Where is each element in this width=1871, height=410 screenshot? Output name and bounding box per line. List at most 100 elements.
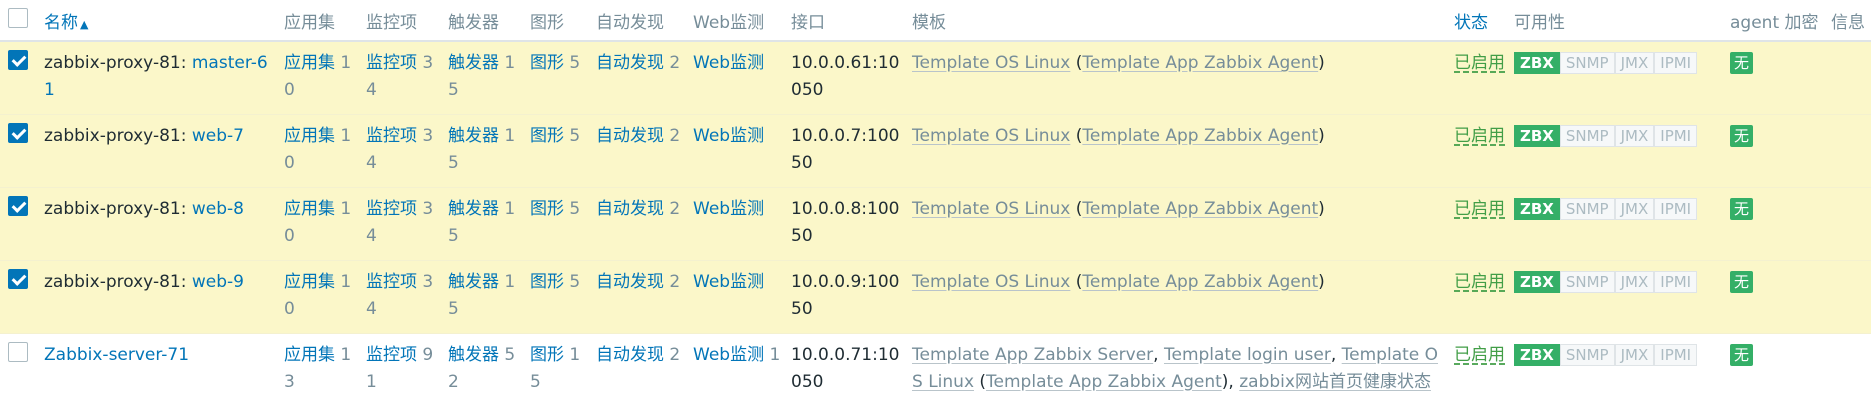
row-checkbox[interactable] xyxy=(8,195,28,216)
row-checkbox[interactable] xyxy=(8,268,28,289)
interface-address: 10.0.0.7:10050 xyxy=(791,125,900,173)
template-link[interactable]: Template OS Linux xyxy=(912,272,1070,292)
encryption-badge: 无 xyxy=(1730,197,1754,220)
triggers-link[interactable]: 触发器 xyxy=(448,272,499,292)
template-link[interactable]: Template login user xyxy=(1164,345,1331,365)
availability-badges: ZBX SNMP JMX IPMI xyxy=(1514,52,1698,74)
graphs-link[interactable]: 图形 xyxy=(530,53,564,73)
discovery-link-count: 2 xyxy=(669,53,681,73)
template-link[interactable]: Template OS Linux xyxy=(912,199,1070,219)
sort-by-status[interactable]: 状态 xyxy=(1454,13,1488,33)
items-link[interactable]: 监控项 xyxy=(366,345,417,365)
discovery-link-count: 2 xyxy=(669,271,681,292)
status-toggle[interactable]: 已启用 xyxy=(1454,345,1505,365)
items-link[interactable]: 监控项 xyxy=(366,126,417,146)
template-link[interactable]: zabbix网站首页健康状态 xyxy=(1239,372,1431,392)
discovery-link[interactable]: 自动发现 xyxy=(596,126,664,146)
linked-template-link[interactable]: Template App Zabbix Agent xyxy=(1082,126,1318,146)
table-header: 名称 ▲ 应用集 监控项 触发器 图形 自动发现 Web监测 接口 模板 状态 可… xyxy=(0,0,1871,42)
applications-link[interactable]: 应用集 xyxy=(284,199,335,219)
info-cell xyxy=(1827,260,1871,334)
ipmi-badge: IPMI xyxy=(1654,124,1698,147)
graphs-link-count: 5 xyxy=(569,53,581,73)
triggers-link[interactable]: 触发器 xyxy=(448,345,499,365)
web-monitoring-link[interactable]: Web监测 xyxy=(693,53,764,73)
sort-by-name[interactable]: 名称 ▲ xyxy=(44,13,88,33)
discovery-link-count: 2 xyxy=(669,198,681,219)
web-monitoring-link[interactable]: Web监测 xyxy=(693,345,764,365)
applications-link[interactable]: 应用集 xyxy=(284,345,335,365)
row-checkbox[interactable] xyxy=(8,341,28,362)
graphs-link[interactable]: 图形 xyxy=(530,272,564,292)
applications-link[interactable]: 应用集 xyxy=(284,53,335,73)
web-monitoring-link[interactable]: Web监测 xyxy=(693,126,764,146)
snmp-badge: SNMP xyxy=(1559,197,1615,220)
discovery-link[interactable]: 自动发现 xyxy=(596,53,664,73)
template-separator: , xyxy=(1330,344,1342,365)
interface-address: 10.0.0.71:10050 xyxy=(791,344,900,392)
items-link[interactable]: 监控项 xyxy=(366,199,417,219)
triggers-link[interactable]: 触发器 xyxy=(448,53,499,73)
select-all-checkbox[interactable] xyxy=(8,7,28,28)
triggers-link[interactable]: 触发器 xyxy=(448,199,499,219)
availability-badges: ZBX SNMP JMX IPMI xyxy=(1514,270,1698,293)
graphs-link[interactable]: 图形 xyxy=(530,199,564,219)
template-separator: ), xyxy=(1221,371,1240,392)
availability-badges: ZBX SNMP JMX IPMI xyxy=(1514,343,1698,366)
jmx-badge: JMX xyxy=(1614,124,1655,147)
discovery-link[interactable]: 自动发现 xyxy=(596,345,664,365)
row-checkbox[interactable] xyxy=(8,50,28,70)
graphs-link[interactable]: 图形 xyxy=(530,345,564,365)
status-toggle[interactable]: 已启用 xyxy=(1454,53,1505,73)
table-row: zabbix-proxy-81: web-7 应用集 10 监控项 34 触发器 15… xyxy=(0,114,1871,188)
graphs-link[interactable]: 图形 xyxy=(530,126,564,146)
linked-template-link[interactable]: Template App Zabbix Agent xyxy=(1082,53,1318,73)
web-monitoring-link[interactable]: Web监测 xyxy=(693,199,764,219)
discovery-link-count: 2 xyxy=(669,344,681,365)
zbx-badge: ZBX xyxy=(1514,270,1560,293)
triggers-link[interactable]: 触发器 xyxy=(448,126,499,146)
status-toggle[interactable]: 已启用 xyxy=(1454,272,1505,292)
info-cell xyxy=(1827,114,1871,188)
interface-address: 10.0.0.61:10050 xyxy=(791,53,900,100)
items-link[interactable]: 监控项 xyxy=(366,53,417,73)
template-separator: , xyxy=(1153,344,1164,365)
header-info: 信息 xyxy=(1827,0,1871,42)
sort-ascending-icon: ▲ xyxy=(80,17,89,31)
items-link[interactable]: 监控项 xyxy=(366,272,417,292)
discovery-link[interactable]: 自动发现 xyxy=(596,199,664,219)
linked-template-link[interactable]: Template App Zabbix Agent xyxy=(1082,199,1318,219)
hosts-table: 名称 ▲ 应用集 监控项 触发器 图形 自动发现 Web监测 接口 模板 状态 可… xyxy=(0,0,1871,406)
host-name-link[interactable]: web-8 xyxy=(192,199,244,219)
availability-badges: ZBX SNMP JMX IPMI xyxy=(1514,197,1698,220)
status-toggle[interactable]: 已启用 xyxy=(1454,199,1505,219)
proxy-name: zabbix-proxy-81: xyxy=(44,53,192,73)
row-checkbox[interactable] xyxy=(8,122,28,143)
applications-link[interactable]: 应用集 xyxy=(284,272,335,292)
template-link[interactable]: Template OS Linux xyxy=(912,126,1070,146)
linked-template-link[interactable]: Template App Zabbix Agent xyxy=(1082,272,1318,292)
graphs-link-count: 5 xyxy=(569,198,581,219)
encryption-badge: 无 xyxy=(1730,343,1754,366)
snmp-badge: SNMP xyxy=(1559,124,1615,147)
web-monitoring-link[interactable]: Web监测 xyxy=(693,272,764,292)
info-cell xyxy=(1827,333,1871,406)
template-link[interactable]: Template OS Linux xyxy=(912,53,1070,73)
snmp-badge: SNMP xyxy=(1559,343,1615,366)
host-name-link[interactable]: web-9 xyxy=(192,272,244,292)
host-name-link[interactable]: Zabbix-server-71 xyxy=(44,345,189,365)
discovery-link[interactable]: 自动发现 xyxy=(596,272,664,292)
template-link[interactable]: Template App Zabbix Server xyxy=(912,345,1153,365)
header-interface: 接口 xyxy=(787,0,908,42)
jmx-badge: JMX xyxy=(1614,343,1655,366)
template-link[interactable]: Template App Zabbix Agent xyxy=(986,372,1222,392)
zbx-badge: ZBX xyxy=(1514,343,1560,366)
status-toggle[interactable]: 已启用 xyxy=(1454,126,1505,146)
graphs-link-count: 5 xyxy=(569,125,581,146)
header-encryption: agent 加密 xyxy=(1726,0,1827,42)
proxy-name: zabbix-proxy-81: xyxy=(44,125,192,146)
ipmi-badge: IPMI xyxy=(1654,343,1698,366)
applications-link[interactable]: 应用集 xyxy=(284,126,335,146)
host-name-link[interactable]: web-7 xyxy=(192,126,244,146)
header-discovery: 自动发现 xyxy=(592,0,689,42)
